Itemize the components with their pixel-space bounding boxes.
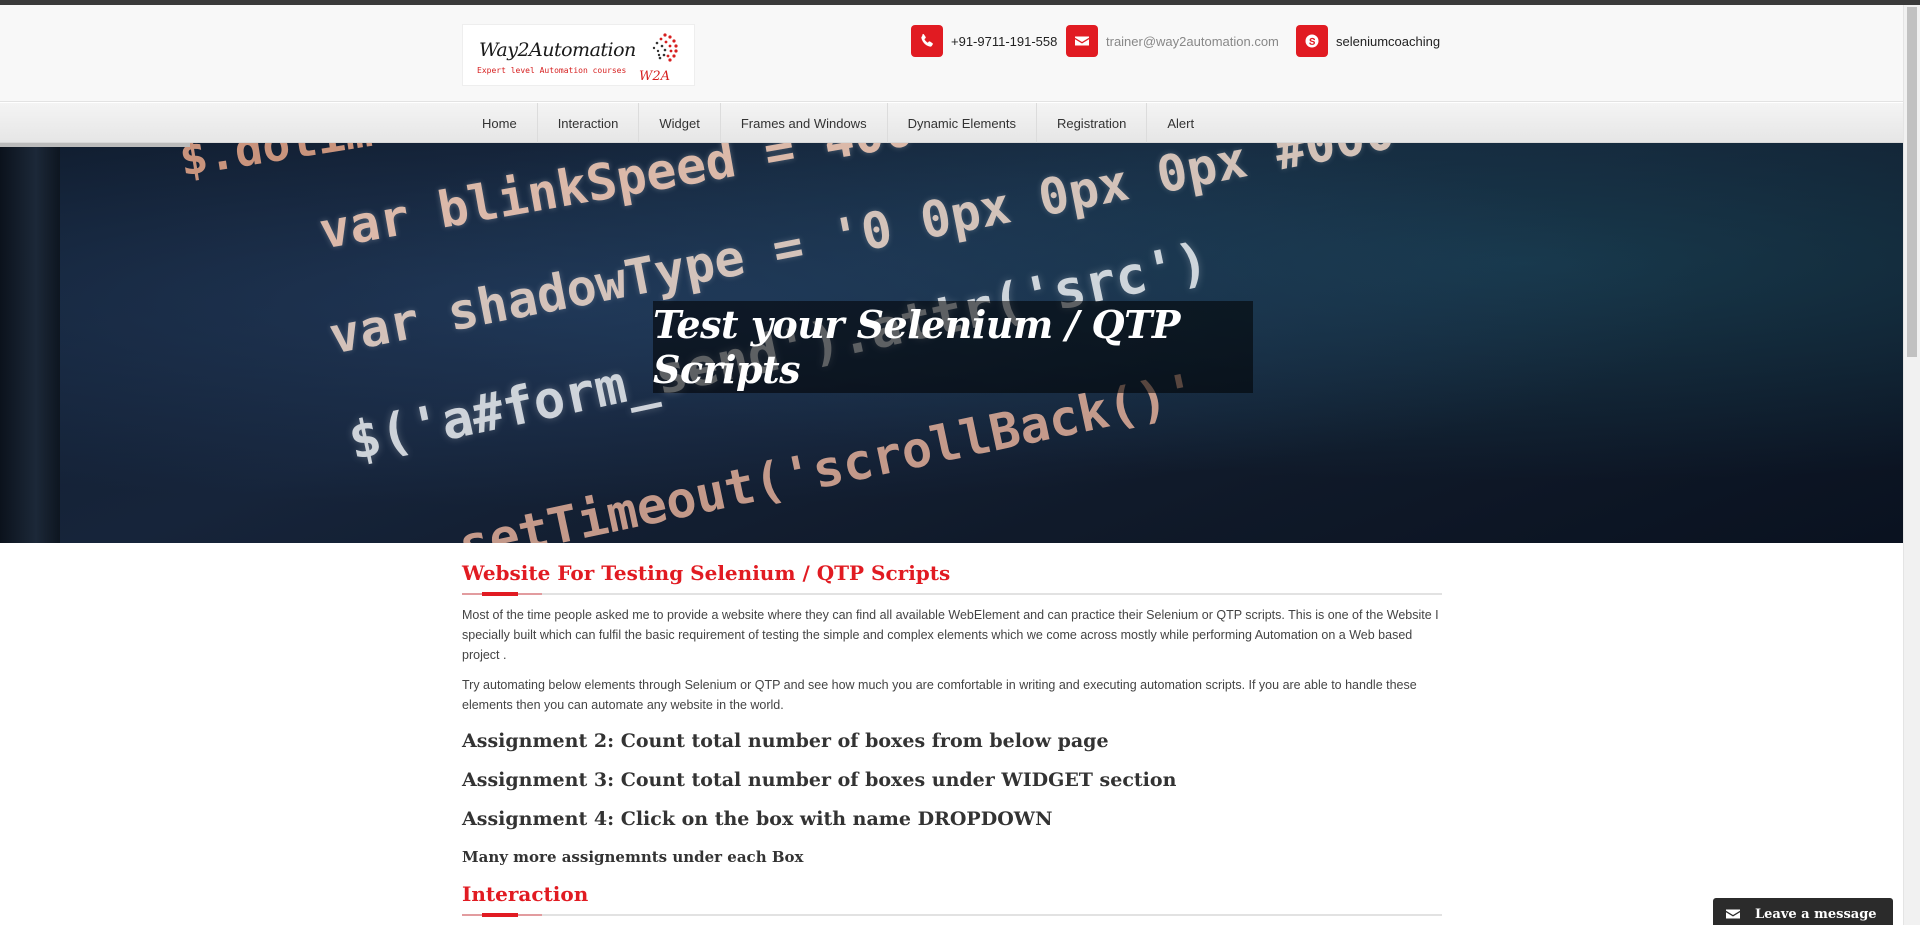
assignment-4: Assignment 4: Click on the box with name…: [462, 808, 1053, 830]
skype-handle: seleniumcoaching: [1336, 33, 1441, 49]
phone-number: +91-9711-191-558: [951, 33, 1058, 49]
hero-title-box: Test your Selenium / QTP Scripts: [653, 301, 1253, 393]
assignment-2: Assignment 2: Count total number of boxe…: [462, 730, 1109, 752]
logo-globe-icon: [652, 33, 678, 62]
scrollbar-thumb[interactable]: [1907, 7, 1917, 357]
hero-code-line: $.dotim: [175, 143, 376, 187]
logo-brand: Way2Automation: [479, 39, 636, 61]
logo-tagline: Expert level Automation courses: [477, 66, 627, 75]
section-divider: [462, 913, 1442, 917]
skype-icon: [1296, 25, 1328, 57]
hero-corner-strip: [0, 143, 190, 147]
nav-item-registration[interactable]: Registration: [1037, 103, 1148, 143]
intro-paragraph-2: Try automating below elements through Se…: [462, 678, 1417, 712]
page-scrollbar[interactable]: [1903, 5, 1920, 925]
section-divider: [462, 592, 1442, 596]
contact-email[interactable]: trainer@way2automation.com: [1066, 25, 1279, 57]
nav-item-dynamic-elements[interactable]: Dynamic Elements: [888, 103, 1037, 143]
section-title-interaction: Interaction: [462, 882, 589, 906]
nav-item-widget[interactable]: Widget: [639, 103, 721, 143]
nav-item-interaction[interactable]: Interaction: [538, 103, 640, 143]
leave-message-label: Leave a message: [1755, 906, 1877, 922]
main-content: Website For Testing Selenium / QTP Scrip…: [462, 553, 1442, 917]
site-logo[interactable]: Way2Automation Expert level Automation c…: [462, 24, 695, 86]
hero-banner: $.dotim var blinkSpeed = 400 var shadowT…: [0, 143, 1903, 543]
envelope-icon: [1726, 909, 1740, 919]
main-nav: Home Interaction Widget Frames and Windo…: [0, 103, 1903, 143]
site-header: Way2Automation Expert level Automation c…: [0, 5, 1903, 102]
nav-item-alert[interactable]: Alert: [1147, 103, 1214, 143]
contact-phone[interactable]: +91-9711-191-558: [911, 25, 1057, 57]
more-assignments-note: Many more assignemnts under each Box: [462, 848, 804, 866]
envelope-icon: [1066, 25, 1098, 57]
contact-skype[interactable]: seleniumcoaching: [1296, 25, 1440, 57]
page: Way2Automation Expert level Automation c…: [0, 5, 1903, 925]
intro-paragraph-1: Most of the time people asked me to prov…: [462, 608, 1439, 662]
assignment-3: Assignment 3: Count total number of boxe…: [462, 769, 1177, 791]
hero-monitor-frame: [0, 143, 60, 543]
hero-title: Test your Selenium / QTP Scripts: [653, 302, 1181, 392]
section-title-website: Website For Testing Selenium / QTP Scrip…: [462, 561, 951, 585]
nav-item-frames-and-windows[interactable]: Frames and Windows: [721, 103, 888, 143]
email-address[interactable]: trainer@way2automation.com: [1106, 34, 1279, 49]
phone-icon: [911, 25, 943, 57]
logo-mark: W2A: [639, 69, 671, 84]
leave-message-button[interactable]: Leave a message: [1713, 898, 1893, 925]
nav-item-home[interactable]: Home: [462, 103, 538, 143]
